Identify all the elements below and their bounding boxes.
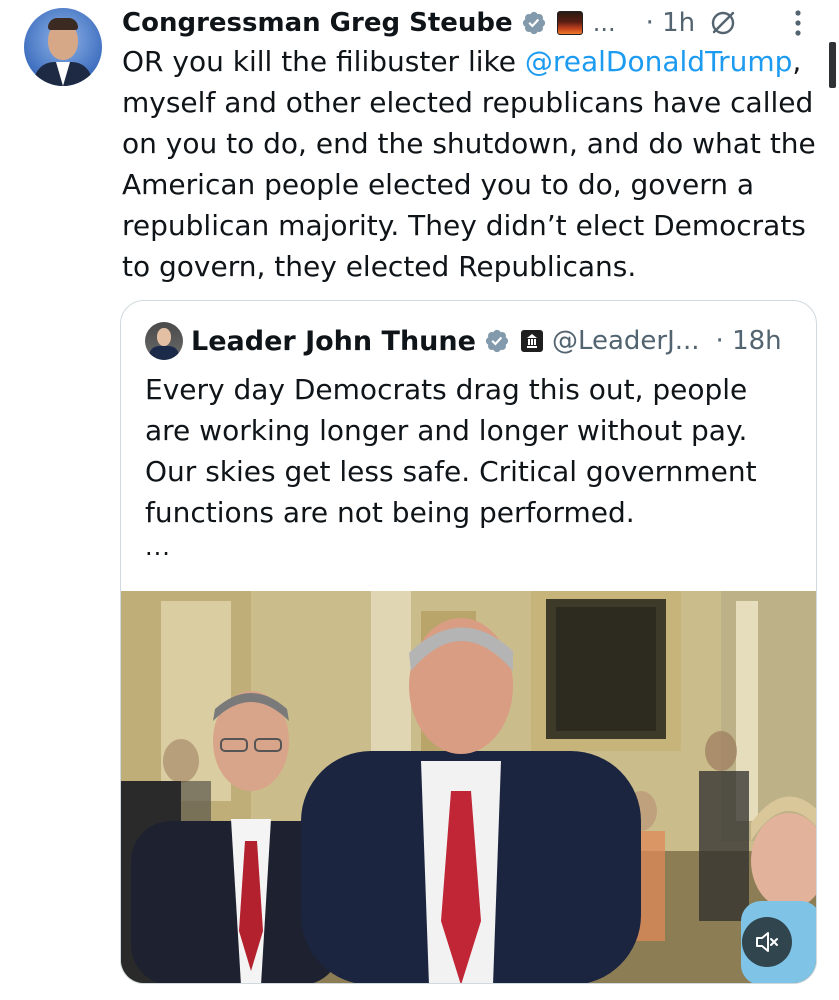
tweet-text-after: , myself and other elected republicans h… xyxy=(122,45,816,283)
verified-badge-icon xyxy=(485,329,509,353)
quote-author-handle[interactable]: @LeaderJ... xyxy=(552,326,700,356)
author-handle[interactable]: ... xyxy=(593,9,616,37)
quote-avatar[interactable] xyxy=(145,322,183,360)
quote-avatar-head xyxy=(157,328,171,346)
quote-video[interactable] xyxy=(121,591,816,983)
quote-header: Leader John Thune @LeaderJ... · 18h xyxy=(145,321,782,361)
author-avatar[interactable] xyxy=(24,8,102,86)
verified-badge-icon xyxy=(522,11,545,35)
quote-time[interactable]: · 18h xyxy=(716,326,782,356)
quote-text: Every day Democrats drag this out, peopl… xyxy=(145,373,757,529)
tweet-time[interactable]: · 1h xyxy=(646,8,696,38)
mute-button[interactable] xyxy=(742,917,792,967)
capitol-badge-icon[interactable] xyxy=(520,329,544,353)
quoted-tweet-card[interactable]: Leader John Thune @LeaderJ... · 18h Ever… xyxy=(120,300,817,984)
tweet-header: Congressman Greg Steube ... · 1h xyxy=(122,2,822,44)
video-frame-illustration xyxy=(121,591,816,983)
author-name[interactable]: Congressman Greg Steube xyxy=(122,8,513,38)
more-vertical-icon[interactable] xyxy=(788,8,808,38)
grok-icon[interactable] xyxy=(709,9,737,37)
scrollbar[interactable] xyxy=(829,42,836,88)
quote-more-ellipsis: ... xyxy=(145,533,171,561)
mention-link[interactable]: @realDonaldTrump xyxy=(525,45,793,78)
quote-avatar-body xyxy=(149,346,179,360)
tweet-text-before: OR you kill the filibuster like xyxy=(122,45,525,78)
avatar-hair xyxy=(48,18,78,30)
quote-author-name[interactable]: Leader John Thune xyxy=(191,326,476,357)
mute-icon xyxy=(756,932,778,952)
affiliate-badge-icon[interactable] xyxy=(556,11,583,35)
tweet-text: OR you kill the filibuster like @realDon… xyxy=(122,41,822,287)
